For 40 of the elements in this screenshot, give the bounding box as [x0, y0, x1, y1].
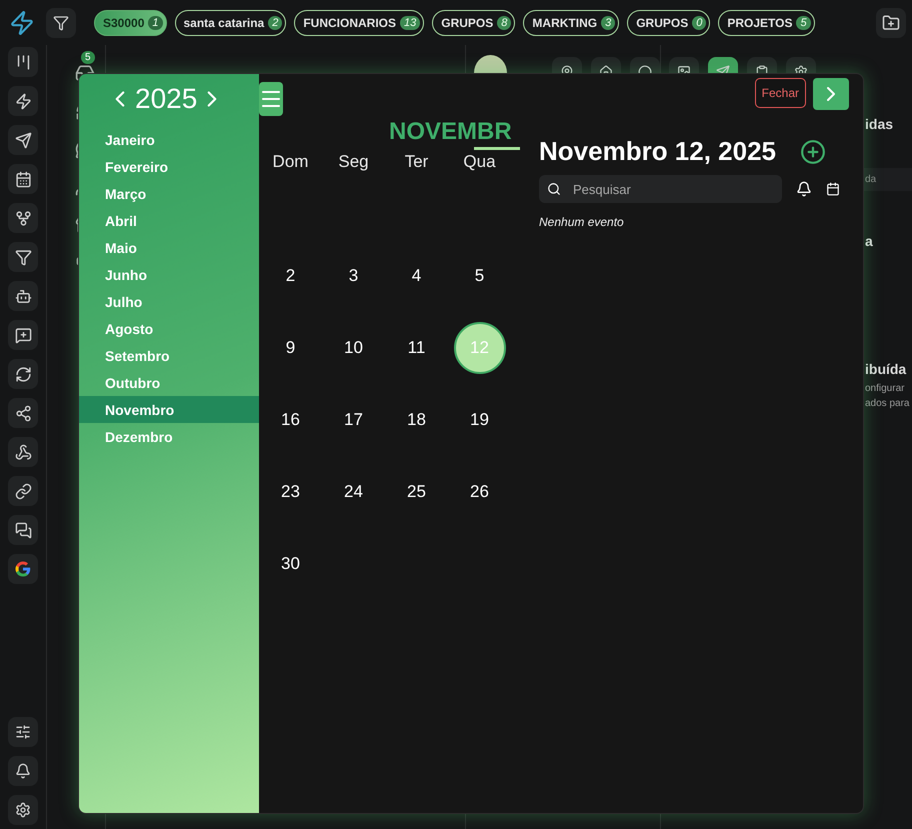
day-cell[interactable]: 3 [328, 250, 380, 302]
day-cell[interactable]: 2 [264, 250, 316, 302]
filter-chip[interactable]: MARKTING 3 [523, 10, 620, 36]
search-field[interactable]: Pesquisar [539, 175, 782, 203]
day-cell[interactable]: 24 [328, 466, 380, 518]
weekday-label: Dom [272, 151, 310, 173]
day-cell[interactable]: 26 [454, 466, 506, 518]
day-cell[interactable]: 4 [390, 250, 442, 302]
weekday-label: Ter [404, 151, 430, 173]
year-label: 2025 [135, 83, 198, 115]
day-cell[interactable]: 19 [454, 394, 506, 446]
filter-chip[interactable]: GRUPOS 8 [432, 10, 516, 36]
section-heading: idas [864, 116, 894, 132]
day-cell[interactable]: 11 [390, 322, 442, 374]
filter-chip[interactable]: PROJETOS 5 [718, 10, 815, 36]
section-heading: a [864, 233, 874, 249]
day-cell[interactable]: 16 [264, 394, 316, 446]
section-heading: ibuída [864, 361, 908, 377]
weekday-label: Seg [337, 151, 370, 173]
close-button[interactable]: Fechar [754, 78, 806, 108]
unread-badge: 5 [81, 51, 95, 64]
day-cell[interactable]: 17 [328, 394, 380, 446]
day-cell[interactable]: 25 [390, 466, 442, 518]
date-heading: Novembro 12, 2025 [539, 136, 776, 167]
weekday-label: Qua [462, 151, 497, 173]
day-cell[interactable]: 18 [390, 394, 442, 446]
description-text: onfigurar [864, 383, 906, 394]
filter-chip[interactable]: santa catarina 2 [174, 10, 286, 36]
filter-chip[interactable]: S30000 1 [94, 10, 166, 36]
day-cell[interactable]: 23 [264, 466, 316, 518]
filter-chip[interactable]: GRUPOS 0 [627, 10, 710, 36]
filter-chip[interactable]: FUNCIONARIOS 13 [294, 10, 424, 36]
month-item[interactable]: Novembro [79, 396, 259, 423]
empty-message: Nenhum evento [539, 215, 625, 229]
day-cell[interactable]: 9 [264, 322, 316, 374]
day-cell[interactable]: 10 [328, 322, 380, 374]
month-title: NOVEMBR [389, 118, 512, 145]
description-text: ados para [864, 398, 910, 409]
day-cell[interactable]: 5 [454, 250, 506, 302]
day-cell[interactable]: 30 [264, 538, 316, 590]
